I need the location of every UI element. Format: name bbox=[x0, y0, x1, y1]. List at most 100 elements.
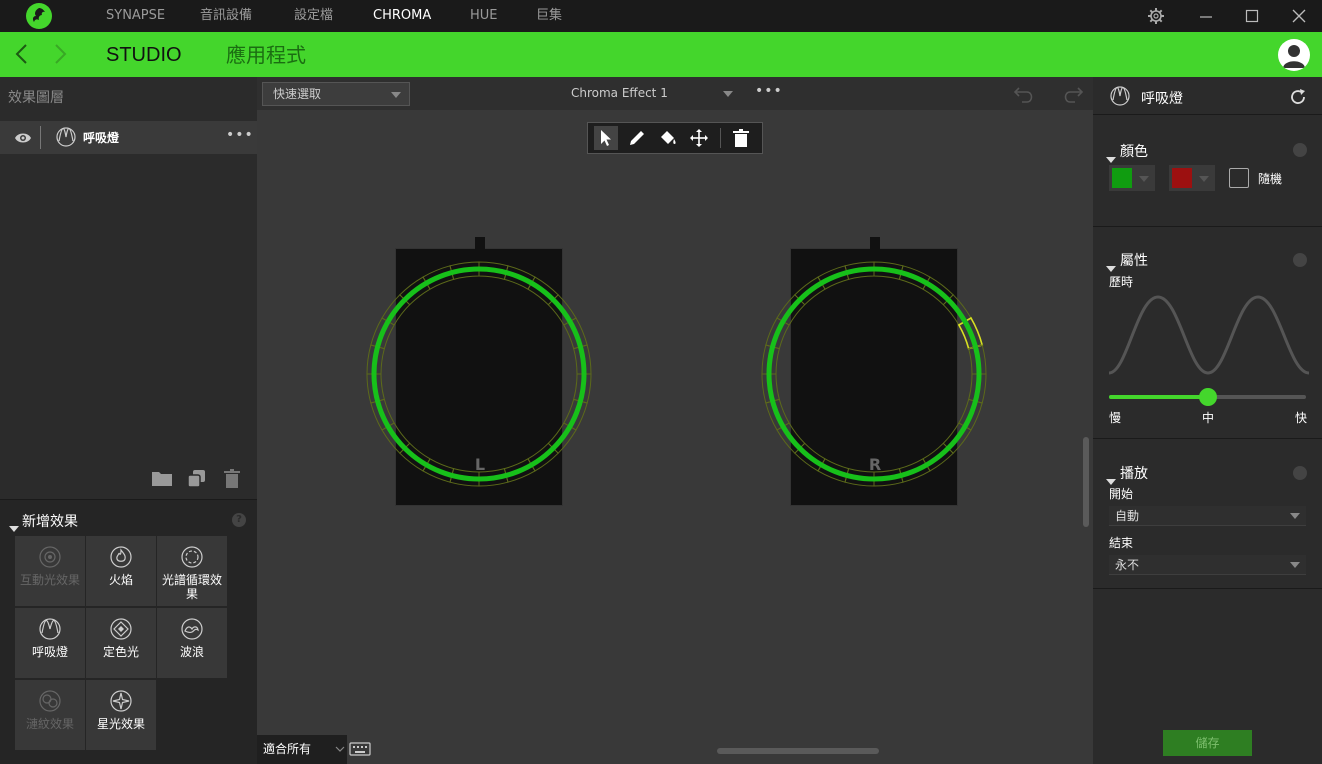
color-1-picker[interactable] bbox=[1109, 165, 1155, 191]
nav-tab-profiles[interactable]: 設定檔 bbox=[294, 0, 333, 32]
start-value: 自動 bbox=[1115, 509, 1140, 523]
maximize-icon[interactable] bbox=[1239, 4, 1265, 28]
color-2-picker[interactable] bbox=[1169, 165, 1215, 191]
add-effect-section: 新增效果 ? 互動光效果 火焰 光譜循環效果 呼吸燈 定色光 波浪 漣紋效果 星… bbox=[0, 499, 257, 764]
layer-item[interactable]: 呼吸燈 ••• bbox=[0, 121, 257, 154]
playback-section: 播放 開始 自動 結束 永不 bbox=[1093, 439, 1322, 589]
top-nav: SYNAPSE 音訊設備 設定檔 CHROMA HUE 巨集 bbox=[0, 0, 1322, 32]
dropdown-arrow-icon bbox=[1290, 513, 1300, 519]
effect-name-dropdown[interactable]: Chroma Effect 1 bbox=[561, 82, 741, 106]
start-label: 開始 bbox=[1109, 487, 1134, 501]
nav-tab-synapse[interactable]: SYNAPSE bbox=[106, 0, 165, 32]
divider bbox=[40, 126, 41, 149]
breathing-curve-graph bbox=[1109, 295, 1309, 375]
effect-tile-reactive[interactable]: 互動光效果 bbox=[15, 536, 85, 606]
led-ring-right[interactable] bbox=[757, 257, 991, 491]
help-icon[interactable] bbox=[1293, 143, 1307, 157]
tab-apps[interactable]: 應用程式 bbox=[226, 32, 306, 77]
delete-tool-icon[interactable] bbox=[729, 126, 753, 150]
random-label: 隨機 bbox=[1258, 172, 1283, 186]
vertical-scrollbar[interactable] bbox=[1083, 437, 1089, 527]
minimize-icon[interactable] bbox=[1193, 4, 1219, 28]
effect-label: 火焰 bbox=[108, 573, 133, 587]
effect-properties-panel: 呼吸燈 顏色 隨機 屬性 歷時 慢 中 快 播放 開始 自動 結束 永不 儲存 bbox=[1093, 77, 1322, 764]
device-notch bbox=[475, 237, 485, 249]
caret-down-icon[interactable] bbox=[9, 517, 19, 536]
effect-tile-wave[interactable]: 波浪 bbox=[157, 608, 227, 678]
pencil-tool-icon[interactable] bbox=[625, 126, 649, 150]
save-button[interactable]: 儲存 bbox=[1163, 730, 1252, 756]
help-icon[interactable] bbox=[1293, 253, 1307, 267]
end-value: 永不 bbox=[1115, 558, 1140, 572]
nav-tab-hue[interactable]: HUE bbox=[470, 0, 498, 32]
random-checkbox[interactable] bbox=[1229, 168, 1249, 188]
settings-gear-icon[interactable] bbox=[1143, 4, 1169, 28]
effect-label: 光譜循環效果 bbox=[161, 573, 222, 601]
effect-more-button[interactable]: ••• bbox=[755, 83, 783, 99]
effect-layers-panel: 效果圖層 呼吸燈 ••• 新增效果 ? 互動光效果 火焰 光譜循環效果 呼吸燈 … bbox=[0, 77, 257, 764]
select-tool-icon[interactable] bbox=[594, 126, 618, 150]
led-ring-glow bbox=[766, 266, 982, 482]
speed-slow-label: 慢 bbox=[1109, 411, 1122, 425]
effect-label: 波浪 bbox=[179, 645, 204, 659]
duration-label: 歷時 bbox=[1109, 275, 1134, 289]
effect-tile-fire[interactable]: 火焰 bbox=[86, 536, 156, 606]
starlight-icon bbox=[110, 690, 132, 712]
effect-name-value: Chroma Effect 1 bbox=[571, 86, 668, 100]
end-dropdown[interactable]: 永不 bbox=[1109, 555, 1306, 575]
razer-logo-icon[interactable] bbox=[26, 3, 52, 29]
nav-tab-audio-devices[interactable]: 音訊設備 bbox=[200, 0, 252, 32]
folder-icon[interactable] bbox=[151, 469, 173, 491]
zoom-fit-value: 適合所有 bbox=[263, 742, 312, 756]
dropdown-arrow-icon bbox=[1290, 562, 1300, 568]
end-label: 結束 bbox=[1109, 536, 1134, 550]
breathing-icon bbox=[1110, 86, 1130, 110]
speed-slider-handle[interactable] bbox=[1198, 388, 1217, 406]
effect-label: 呼吸燈 bbox=[31, 645, 68, 659]
properties-title: 屬性 bbox=[1120, 253, 1148, 269]
wave-icon bbox=[181, 618, 203, 640]
undo-icon[interactable] bbox=[1013, 84, 1035, 108]
effect-tile-ripple[interactable]: 漣紋效果 bbox=[15, 680, 85, 750]
back-arrow-icon[interactable] bbox=[12, 42, 32, 66]
nav-tab-macro[interactable]: 巨集 bbox=[536, 0, 562, 32]
breathing-icon bbox=[56, 127, 76, 151]
effect-tile-starlight[interactable]: 星光效果 bbox=[86, 680, 156, 750]
tab-studio[interactable]: STUDIO bbox=[106, 32, 182, 77]
close-icon[interactable] bbox=[1286, 4, 1312, 28]
redo-icon[interactable] bbox=[1062, 84, 1084, 108]
fill-bucket-tool-icon[interactable] bbox=[656, 126, 680, 150]
speed-slider-fill bbox=[1109, 395, 1208, 399]
colors-title: 顏色 bbox=[1120, 144, 1148, 160]
add-effect-title: 新增效果 bbox=[22, 514, 78, 530]
refresh-icon[interactable] bbox=[1289, 88, 1307, 110]
effect-tile-static[interactable]: 定色光 bbox=[86, 608, 156, 678]
forward-arrow-icon[interactable] bbox=[50, 42, 70, 66]
keyboard-icon[interactable] bbox=[349, 741, 371, 761]
duplicate-icon[interactable] bbox=[187, 469, 207, 493]
panel-title: 效果圖層 bbox=[8, 90, 64, 106]
move-tool-icon[interactable] bbox=[687, 126, 711, 150]
effect-tile-spectrum[interactable]: 光譜循環效果 bbox=[157, 536, 227, 606]
trash-icon[interactable] bbox=[223, 469, 241, 493]
properties-section: 屬性 歷時 慢 中 快 bbox=[1093, 227, 1322, 439]
help-icon[interactable]: ? bbox=[232, 513, 246, 527]
effect-label: 定色光 bbox=[102, 645, 139, 659]
help-icon[interactable] bbox=[1293, 466, 1307, 480]
effect-tile-breathing[interactable]: 呼吸燈 bbox=[15, 608, 85, 678]
canvas-toolbar: 快速選取 Chroma Effect 1 ••• bbox=[257, 77, 1093, 110]
chevron-down-icon bbox=[335, 746, 345, 752]
led-ring-left[interactable] bbox=[362, 257, 596, 491]
quick-select-dropdown[interactable]: 快速選取 bbox=[262, 82, 410, 106]
eye-icon[interactable] bbox=[14, 130, 32, 149]
canvas-bottom-bar bbox=[257, 734, 1093, 764]
speed-slider-track[interactable] bbox=[1109, 388, 1306, 406]
zoom-fit-dropdown[interactable]: 適合所有 bbox=[257, 735, 347, 764]
layer-more-button[interactable]: ••• bbox=[226, 127, 254, 143]
user-avatar-icon[interactable] bbox=[1278, 39, 1310, 71]
start-dropdown[interactable]: 自動 bbox=[1109, 506, 1306, 526]
horizontal-scrollbar[interactable] bbox=[717, 748, 879, 754]
properties-header: 呼吸燈 bbox=[1093, 77, 1322, 115]
speed-fast-label: 快 bbox=[1295, 411, 1308, 425]
nav-tab-chroma[interactable]: CHROMA bbox=[373, 0, 431, 32]
